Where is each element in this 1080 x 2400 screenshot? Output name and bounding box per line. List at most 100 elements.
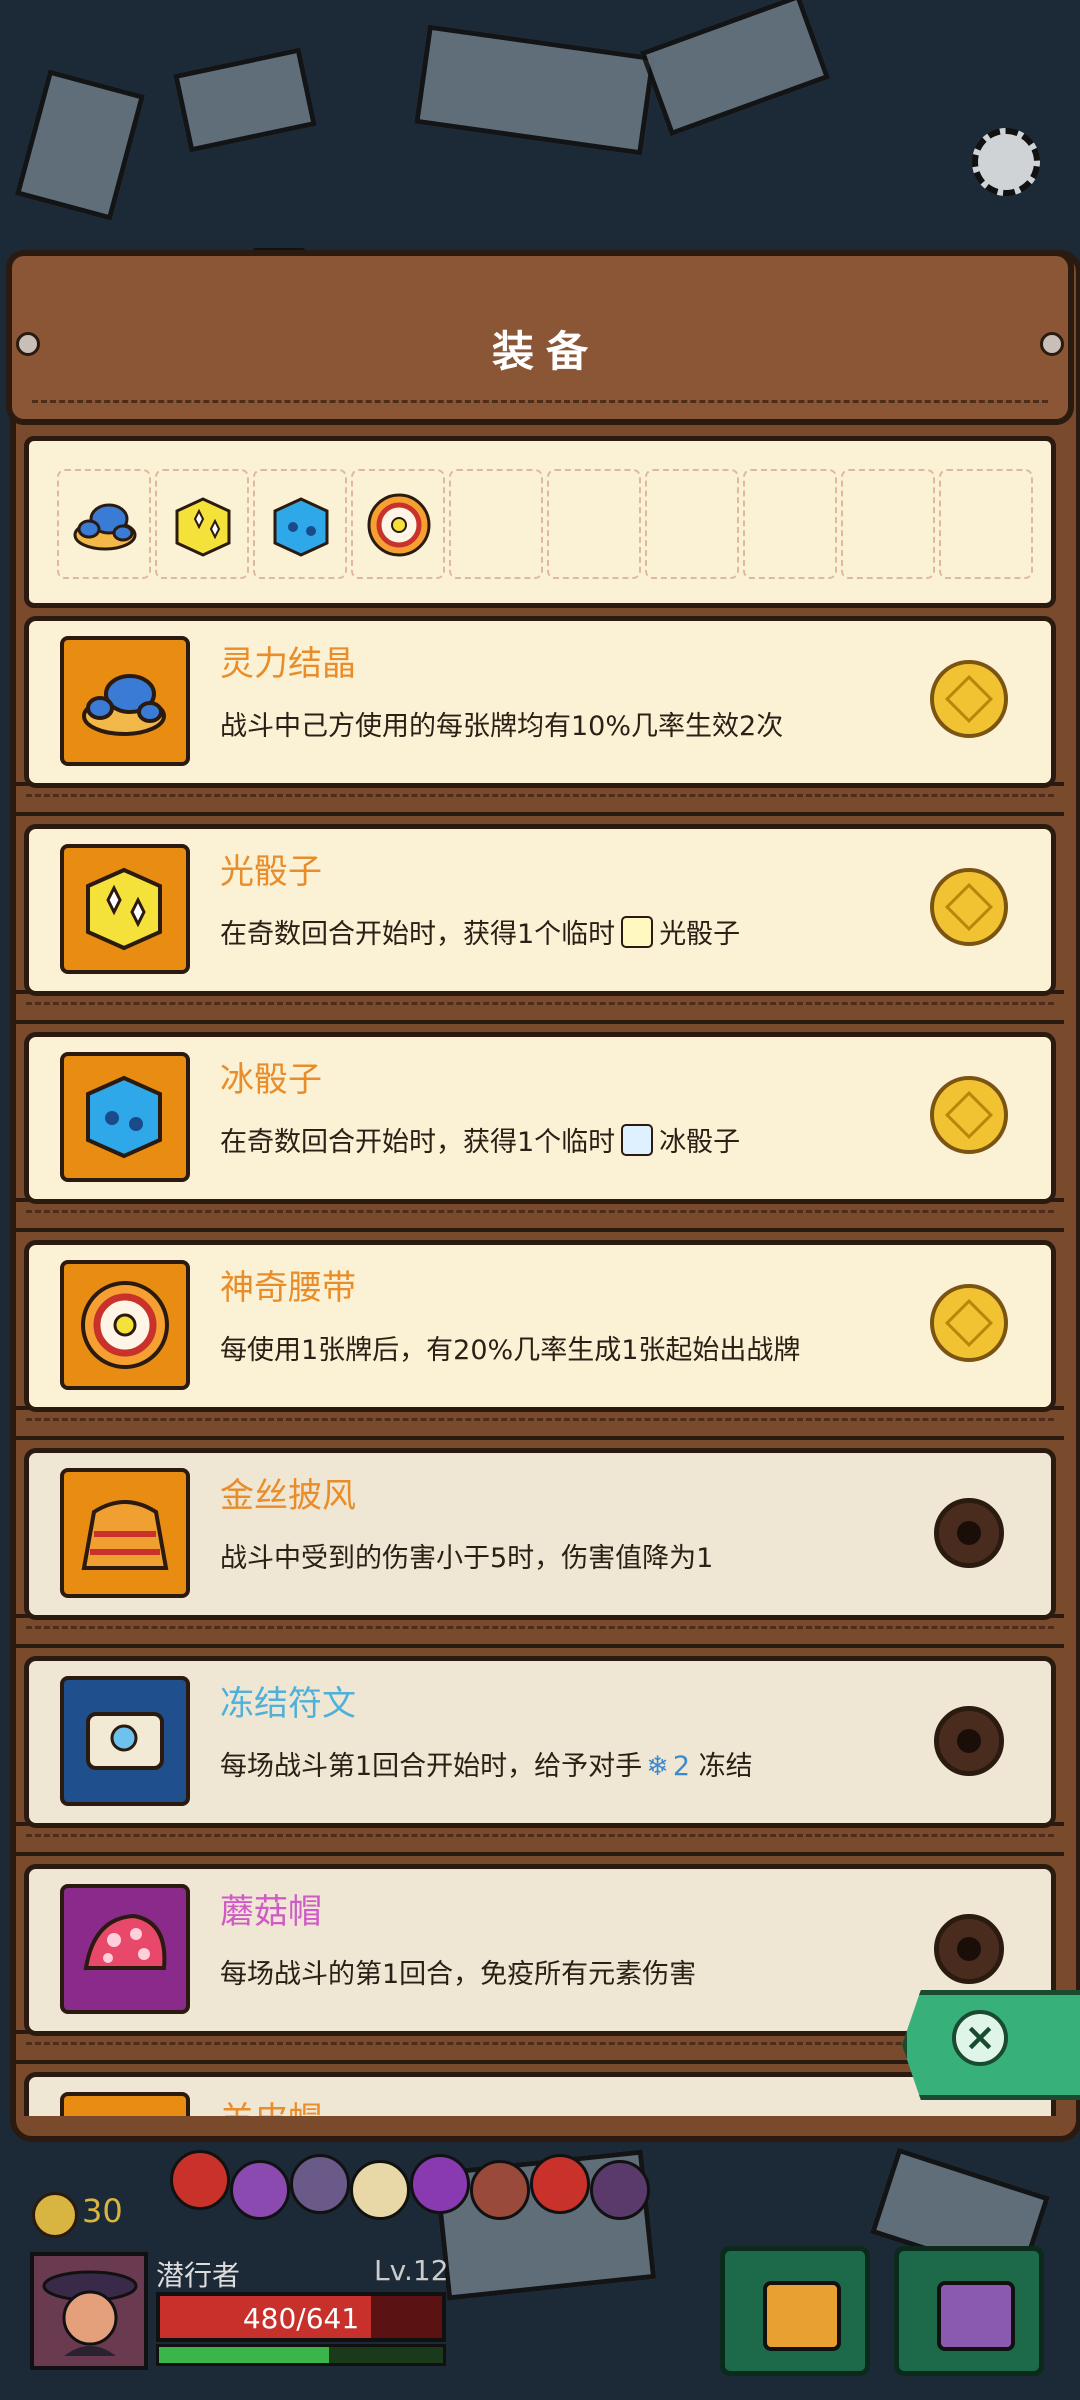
empty-equip-slot[interactable] (841, 469, 935, 579)
relic-icon (170, 2150, 230, 2210)
rogue-portrait-icon (34, 2256, 144, 2366)
equipped-coin-icon[interactable] (930, 1076, 1008, 1154)
item-thumbnail (60, 1260, 190, 1390)
item-thumbnail (60, 844, 190, 974)
equipped-coin-icon[interactable] (930, 868, 1008, 946)
scroll-icon (86, 1712, 164, 1770)
relic-icon (590, 2160, 650, 2220)
header-stitch (32, 400, 1048, 403)
xp-bar-fill (159, 2347, 330, 2363)
hero-name: 潜行者 (156, 2259, 241, 2292)
equipment-card[interactable]: 金丝披风 战斗中受到的伤害小于5时，伤害值降为1 (16, 1448, 1064, 1648)
empty-equip-slot[interactable] (743, 469, 837, 579)
equip-slot[interactable] (351, 469, 445, 579)
item-description: 在奇数回合开始时，获得1个临时 光骰子 (220, 912, 740, 951)
relic-icon (230, 2160, 290, 2220)
light-dice-mini-icon (621, 916, 654, 948)
empty-equip-slot[interactable] (939, 469, 1033, 579)
background-shard (639, 0, 831, 137)
equipment-card[interactable]: 羊皮帽 (24, 2072, 1056, 2116)
empty-socket-icon[interactable] (934, 1498, 1004, 1568)
panel-title: 装备 (491, 327, 600, 376)
item-description: 每场战斗第1回合开始时，给予对手 ❄ 2 冻结 (220, 1744, 753, 1783)
gold-amount: 30 (82, 2192, 123, 2230)
ice-drop-mini-icon (621, 1124, 654, 1156)
item-description: 战斗中受到的伤害小于5时，伤害值降为1 (220, 1543, 714, 1574)
empty-socket-icon[interactable] (934, 1914, 1004, 1984)
hp-bar: 480/641 (156, 2292, 446, 2342)
card-deck-button[interactable] (894, 2246, 1044, 2376)
cards-icon (937, 2281, 1015, 2351)
relic-icon (410, 2154, 470, 2214)
desc-text: 光骰子 (659, 919, 741, 950)
ice-dice-icon (273, 497, 329, 557)
equipment-card[interactable]: 冻结符文 每场战斗第1回合开始时，给予对手 ❄ 2 冻结 (16, 1656, 1064, 1856)
desc-text: 在奇数回合开始时，获得1个临时 (220, 1127, 616, 1158)
freeze-amount: 2 (672, 1751, 690, 1782)
relic-tray (160, 2140, 680, 2240)
equipment-card[interactable]: 神奇腰带 每使用1张牌后，有20%几率生成1张起始出战牌 (16, 1240, 1064, 1440)
hp-text: 480/641 (242, 2302, 360, 2335)
item-name: 冻结符文 (220, 1684, 356, 1724)
equipment-card[interactable]: 灵力结晶 战斗中己方使用的每张牌均有10%几率生效2次 (16, 616, 1064, 816)
desc-text: 每场战斗第1回合开始时，给予对手 (220, 1751, 643, 1782)
xp-bar (156, 2344, 446, 2366)
relic-icon (470, 2160, 530, 2220)
item-description: 每场战斗的第1回合，免疫所有元素伤害 (220, 1959, 697, 1990)
equipment-list[interactable]: 灵力结晶 战斗中己方使用的每张牌均有10%几率生效2次 光骰子 在奇数回合开始时… (10, 616, 1070, 2116)
gold-coin-icon (32, 2192, 78, 2238)
equipped-coin-icon[interactable] (930, 660, 1008, 738)
hero-level: Lv.12 (374, 2254, 449, 2287)
empty-equip-slot[interactable] (547, 469, 641, 579)
item-name: 蘑菇帽 (220, 1892, 322, 1932)
item-thumbnail (60, 2092, 190, 2116)
close-icon[interactable]: × (952, 2010, 1008, 2066)
item-thumbnail (60, 1468, 190, 1598)
equipped-coin-icon[interactable] (930, 1284, 1008, 1362)
hero-avatar[interactable] (30, 2252, 148, 2370)
settings-gear-icon[interactable] (972, 128, 1040, 196)
item-thumbnail (60, 636, 190, 766)
ice-dice-icon (86, 1075, 162, 1159)
item-thumbnail (60, 1676, 190, 1806)
panel-header: 装备 (6, 250, 1074, 425)
equipped-slots-bar (24, 436, 1056, 608)
equipment-card[interactable]: 蘑菇帽 每场战斗的第1回合，免疫所有元素伤害 (16, 1864, 1064, 2064)
crystal-icon (73, 503, 137, 551)
hero-equipment-button[interactable] (720, 2246, 870, 2376)
empty-equip-slot[interactable] (645, 469, 739, 579)
equip-slot[interactable] (253, 469, 347, 579)
equipment-card[interactable]: 冰骰子 在奇数回合开始时，获得1个临时 冰骰子 (16, 1032, 1064, 1232)
light-dice-icon (175, 497, 231, 557)
equipment-card[interactable]: 光骰子 在奇数回合开始时，获得1个临时 光骰子 (16, 824, 1064, 1024)
item-name: 灵力结晶 (220, 644, 356, 684)
equip-slot[interactable] (155, 469, 249, 579)
empty-equip-slot[interactable] (449, 469, 543, 579)
empty-socket-icon[interactable] (934, 1706, 1004, 1776)
relic-icon (530, 2154, 590, 2214)
equip-slot[interactable] (57, 469, 151, 579)
desc-text: 冰骰子 (659, 1127, 741, 1158)
relic-icon (350, 2160, 410, 2220)
desc-text: 在奇数回合开始时，获得1个临时 (220, 919, 616, 950)
stage-progress (0, 120, 1080, 320)
item-thumbnail (60, 1884, 190, 2014)
crystal-icon (82, 674, 166, 736)
belt-icon (367, 493, 431, 557)
item-name: 光骰子 (220, 852, 322, 892)
desc-text: 冻结 (698, 1751, 753, 1782)
mushroom-hat-icon (83, 1913, 167, 1970)
item-name: 羊皮帽 (220, 2092, 322, 2116)
light-dice-icon (86, 867, 162, 951)
item-description: 每使用1张牌后，有20%几率生成1张起始出战牌 (220, 1335, 801, 1366)
belt-icon (81, 1281, 169, 1369)
item-description: 战斗中己方使用的每张牌均有10%几率生效2次 (220, 711, 784, 742)
item-name: 神奇腰带 (220, 1268, 356, 1308)
relic-icon (290, 2154, 350, 2214)
viking-helmet-icon (763, 2281, 841, 2351)
snowflake-icon: ❄ (646, 1751, 669, 1782)
cape-icon (81, 1500, 169, 1570)
item-thumbnail (60, 1052, 190, 1182)
item-name: 冰骰子 (220, 1060, 322, 1100)
item-description: 在奇数回合开始时，获得1个临时 冰骰子 (220, 1120, 740, 1159)
